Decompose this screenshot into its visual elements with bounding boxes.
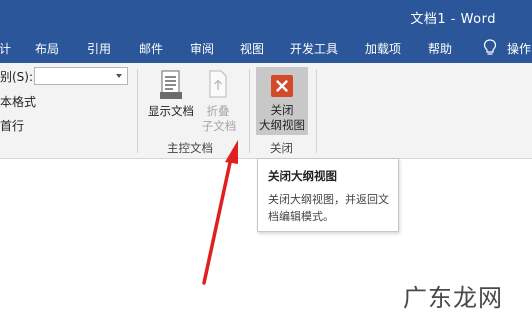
watermark: 广东龙网 <box>403 284 503 312</box>
red-arrow-annotation <box>202 140 238 285</box>
